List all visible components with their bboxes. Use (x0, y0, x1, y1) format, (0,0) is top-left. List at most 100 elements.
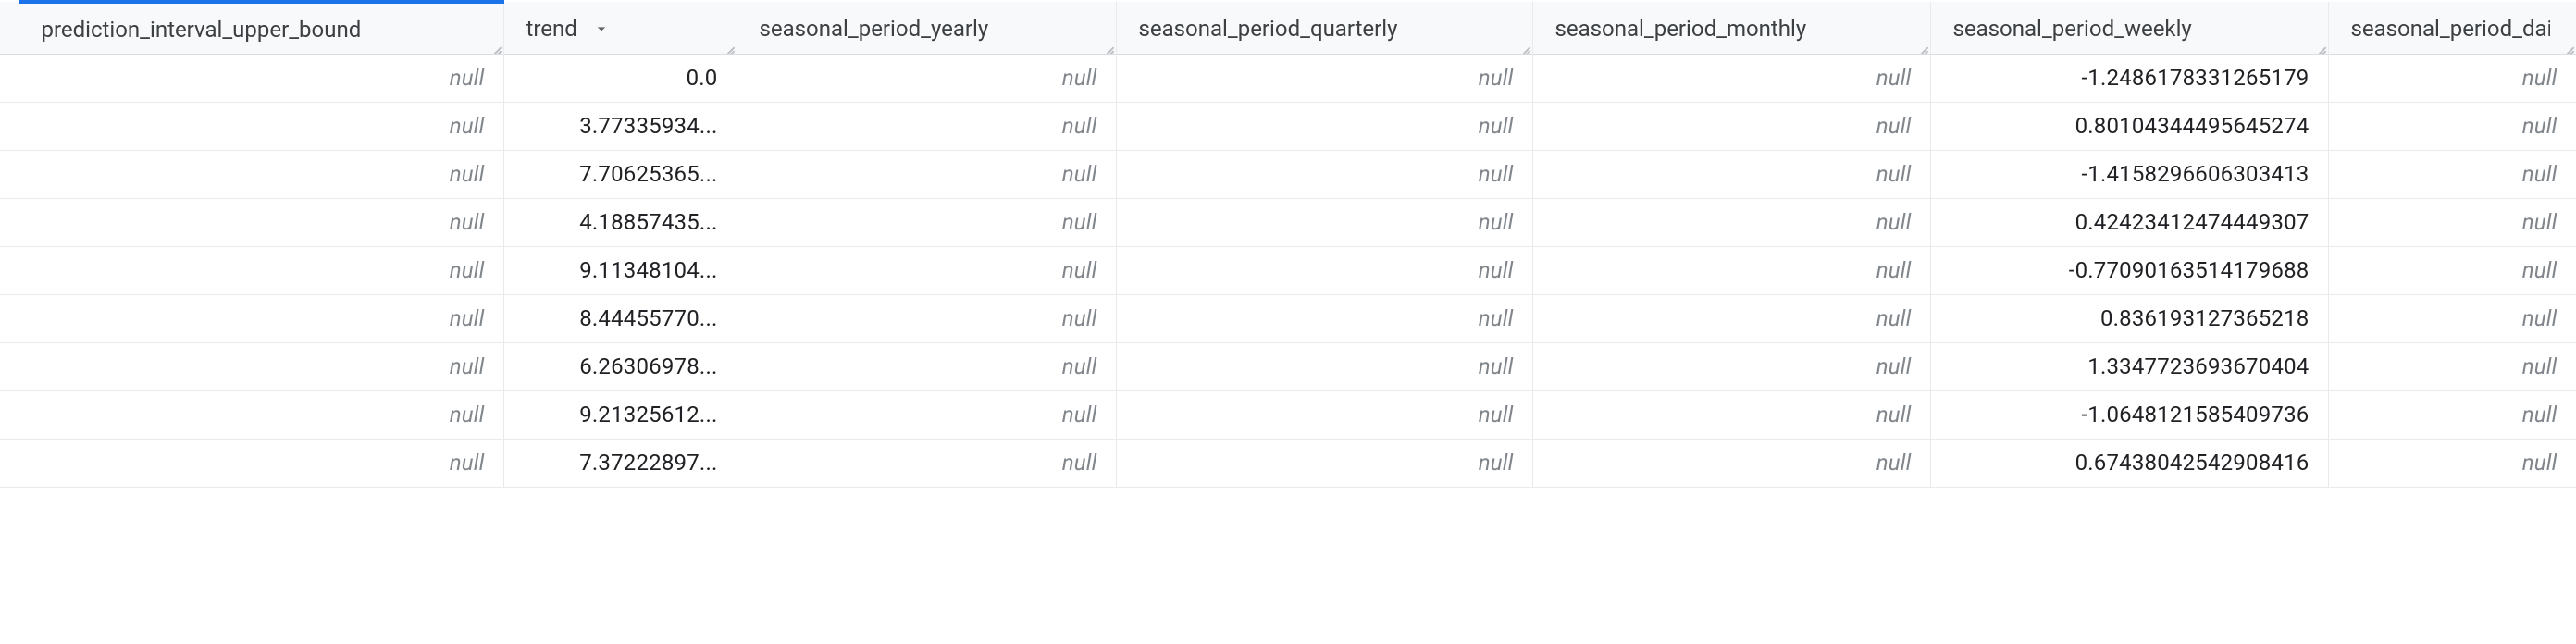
cell-seasonal_period_monthly[interactable]: null (1532, 294, 1930, 342)
cell-seasonal_period_daily[interactable]: null (2328, 390, 2576, 439)
null-value: null (450, 65, 485, 91)
null-value: null (450, 450, 485, 476)
cell-prediction_interval_upper_bound[interactable]: null (19, 390, 503, 439)
table-row[interactable]: null4.18857435...nullnullnull0.424234124… (0, 198, 2576, 246)
cell-seasonal_period_daily[interactable]: null (2328, 246, 2576, 294)
cell-seasonal_period_yearly[interactable]: null (737, 54, 1116, 102)
cell-trend[interactable]: 8.44455770... (503, 294, 737, 342)
cell-seasonal_period_daily[interactable]: null (2328, 342, 2576, 390)
cell-trend[interactable]: 9.21325612... (503, 390, 737, 439)
cell-trend[interactable]: 7.37222897... (503, 439, 737, 487)
cell-seasonal_period_yearly[interactable]: null (737, 294, 1116, 342)
cell-prediction_interval_upper_bound[interactable]: null (19, 54, 503, 102)
cell-trend[interactable]: 7.70625365... (503, 150, 737, 198)
null-value: null (1479, 305, 1514, 331)
cell-prediction_interval_upper_bound[interactable]: null (19, 246, 503, 294)
cell-seasonal_period_yearly[interactable]: null (737, 390, 1116, 439)
cell-seasonal_period_weekly[interactable]: -1.0648121585409736 (1930, 390, 2328, 439)
cell-seasonal_period_weekly[interactable]: -1.4158296606303413 (1930, 150, 2328, 198)
cell-seasonal_period_monthly[interactable]: null (1532, 439, 1930, 487)
cell-seasonal_period_weekly[interactable]: 0.836193127365218 (1930, 294, 2328, 342)
cell-seasonal_period_quarterly[interactable]: null (1116, 102, 1532, 150)
cell-trend[interactable]: 6.26306978... (503, 342, 737, 390)
cell-seasonal_period_quarterly[interactable]: null (1116, 342, 1532, 390)
row-number-cell (0, 102, 19, 150)
results-table: prediction_interval_upper_bound trend se… (0, 0, 2576, 488)
cell-seasonal_period_weekly[interactable]: 0.80104344495645274 (1930, 102, 2328, 150)
null-value: null (2522, 113, 2557, 139)
column-header-seasonal-period-monthly[interactable]: seasonal_period_monthly (1532, 2, 1930, 54)
cell-seasonal_period_quarterly[interactable]: null (1116, 150, 1532, 198)
cell-prediction_interval_upper_bound[interactable]: null (19, 294, 503, 342)
cell-seasonal_period_monthly[interactable]: null (1532, 390, 1930, 439)
cell-prediction_interval_upper_bound[interactable]: null (19, 102, 503, 150)
column-resize-handle[interactable] (720, 37, 735, 52)
table-row[interactable]: null7.70625365...nullnullnull-1.41582966… (0, 150, 2576, 198)
column-resize-handle[interactable] (2559, 37, 2574, 52)
table-row[interactable]: null0.0nullnullnull-1.2486178331265179nu… (0, 54, 2576, 102)
cell-prediction_interval_upper_bound[interactable]: null (19, 342, 503, 390)
cell-seasonal_period_quarterly[interactable]: null (1116, 54, 1532, 102)
cell-seasonal_period_yearly[interactable]: null (737, 439, 1116, 487)
cell-seasonal_period_daily[interactable]: null (2328, 294, 2576, 342)
cell-seasonal_period_weekly[interactable]: 0.42423412474449307 (1930, 198, 2328, 246)
cell-seasonal_period_quarterly[interactable]: null (1116, 294, 1532, 342)
cell-prediction_interval_upper_bound[interactable]: null (19, 439, 503, 487)
null-value: null (450, 402, 485, 427)
cell-seasonal_period_daily[interactable]: null (2328, 102, 2576, 150)
cell-seasonal_period_yearly[interactable]: null (737, 342, 1116, 390)
table-row[interactable]: null8.44455770...nullnullnull0.836193127… (0, 294, 2576, 342)
cell-seasonal_period_monthly[interactable]: null (1532, 342, 1930, 390)
cell-prediction_interval_upper_bound[interactable]: null (19, 198, 503, 246)
column-header-seasonal-period-weekly[interactable]: seasonal_period_weekly (1930, 2, 2328, 54)
null-value: null (1062, 450, 1097, 476)
cell-seasonal_period_weekly[interactable]: -1.2486178331265179 (1930, 54, 2328, 102)
row-number-cell (0, 198, 19, 246)
cell-seasonal_period_weekly[interactable]: 0.67438042542908416 (1930, 439, 2328, 487)
cell-seasonal_period_monthly[interactable]: null (1532, 198, 1930, 246)
null-value: null (1062, 209, 1097, 235)
cell-seasonal_period_daily[interactable]: null (2328, 198, 2576, 246)
cell-seasonal_period_quarterly[interactable]: null (1116, 439, 1532, 487)
cell-seasonal_period_weekly[interactable]: 1.3347723693670404 (1930, 342, 2328, 390)
cell-seasonal_period_daily[interactable]: null (2328, 439, 2576, 487)
table-row[interactable]: null6.26306978...nullnullnull1.334772369… (0, 342, 2576, 390)
cell-seasonal_period_daily[interactable]: null (2328, 54, 2576, 102)
cell-trend[interactable]: 4.18857435... (503, 198, 737, 246)
table-row[interactable]: null9.21325612...nullnullnull-1.06481215… (0, 390, 2576, 439)
cell-seasonal_period_quarterly[interactable]: null (1116, 198, 1532, 246)
cell-seasonal_period_yearly[interactable]: null (737, 102, 1116, 150)
cell-seasonal_period_monthly[interactable]: null (1532, 246, 1930, 294)
null-value: null (450, 257, 485, 283)
cell-seasonal_period_yearly[interactable]: null (737, 246, 1116, 294)
row-number-cell (0, 342, 19, 390)
column-header-seasonal-period-quarterly[interactable]: seasonal_period_quarterly (1116, 2, 1532, 54)
table-row[interactable]: null9.11348104...nullnullnull-0.77090163… (0, 246, 2576, 294)
cell-seasonal_period_yearly[interactable]: null (737, 198, 1116, 246)
cell-seasonal_period_monthly[interactable]: null (1532, 102, 1930, 150)
cell-seasonal_period_weekly[interactable]: -0.77090163514179688 (1930, 246, 2328, 294)
column-resize-handle[interactable] (2311, 37, 2326, 52)
cell-seasonal_period_yearly[interactable]: null (737, 150, 1116, 198)
column-resize-handle[interactable] (1516, 37, 1530, 52)
cell-trend[interactable]: 0.0 (503, 54, 737, 102)
cell-trend[interactable]: 3.77335934... (503, 102, 737, 150)
cell-seasonal_period_monthly[interactable]: null (1532, 54, 1930, 102)
column-header-prediction-interval-upper-bound[interactable]: prediction_interval_upper_bound (19, 2, 503, 54)
cell-seasonal_period_quarterly[interactable]: null (1116, 246, 1532, 294)
column-resize-handle[interactable] (1913, 37, 1928, 52)
null-value: null (1479, 257, 1514, 283)
cell-seasonal_period_quarterly[interactable]: null (1116, 390, 1532, 439)
cell-seasonal_period_monthly[interactable]: null (1532, 150, 1930, 198)
column-header-seasonal-period-yearly[interactable]: seasonal_period_yearly (737, 2, 1116, 54)
column-resize-handle[interactable] (1099, 37, 1114, 52)
table-row[interactable]: null3.77335934...nullnullnull0.801043444… (0, 102, 2576, 150)
cell-prediction_interval_upper_bound[interactable]: null (19, 150, 503, 198)
cell-seasonal_period_daily[interactable]: null (2328, 150, 2576, 198)
column-header-trend[interactable]: trend (503, 2, 737, 54)
column-resize-handle[interactable] (487, 37, 502, 52)
column-header-seasonal-period-daily[interactable]: seasonal_period_daily (2328, 2, 2576, 54)
cell-trend[interactable]: 9.11348104... (503, 246, 737, 294)
table-row[interactable]: null7.37222897...nullnullnull0.674380425… (0, 439, 2576, 487)
null-value: null (2522, 257, 2557, 283)
